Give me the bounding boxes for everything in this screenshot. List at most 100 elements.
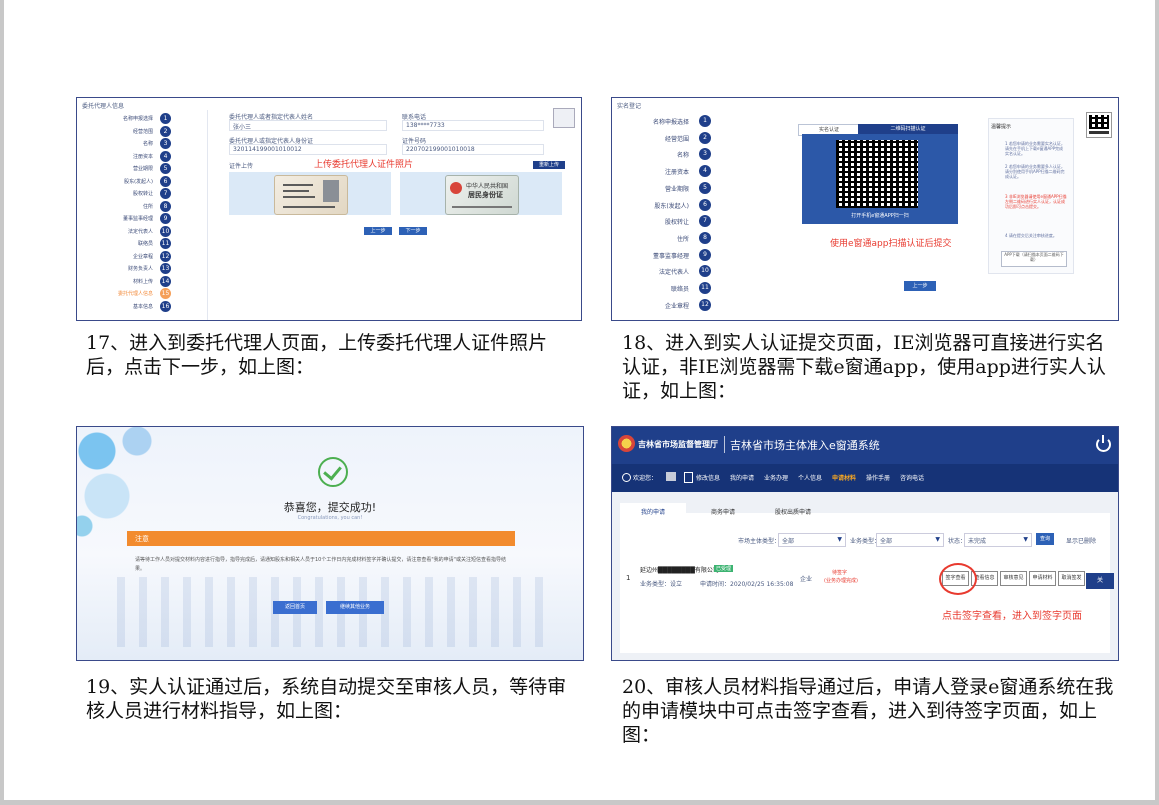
s20-action-button[interactable]: 取消签发: [1058, 571, 1085, 586]
s17-field4-input[interactable]: 220702199001010018: [402, 144, 544, 155]
s20-nav-item[interactable]: 业务办理: [764, 473, 788, 482]
s20-action-button[interactable]: 申请材料: [1029, 571, 1056, 586]
s19-banner: 注意: [127, 531, 515, 546]
s18-step-item[interactable]: 股东(发起人) 6: [612, 198, 717, 214]
s20-row-company[interactable]: 延边州████████有限公司: [640, 565, 719, 574]
s18-step-item[interactable]: 企业章程 12: [612, 298, 717, 314]
step-number-badge: 6: [699, 198, 711, 211]
s18-tab-qr[interactable]: 二维码扫描认证: [858, 124, 958, 134]
s17-id-front-box[interactable]: [229, 172, 391, 215]
qr-code-icon[interactable]: [836, 140, 918, 208]
s19-banner-text: 注意: [135, 535, 149, 543]
s18-app-download-button[interactable]: APP下载（请扫描本页面二维码下载）: [1001, 251, 1067, 267]
s18-step-item[interactable]: 联络员 11: [612, 281, 717, 297]
s20-tab[interactable]: 我的申请: [620, 503, 686, 523]
step-number-badge: 9: [699, 248, 711, 261]
step-number-badge: 7: [160, 188, 171, 199]
s20-nav-item[interactable]: 咨询电话: [900, 473, 924, 482]
step-label: 财务负责人: [127, 266, 153, 272]
id-card-back-icon: 中华人民共和国 居民身份证: [445, 175, 519, 215]
s17-sidebar: 名称申报选择 1 经营范围 2 名称 3 注册资本 4 营业期限 5 股东(发起人) 6 股权转让 7 住所…: [77, 110, 208, 320]
step-number-badge: 14: [160, 275, 171, 287]
national-emblem-icon: [450, 182, 462, 194]
app-qr-icon: [1086, 112, 1112, 138]
s18-step-item[interactable]: 经营范围 2: [612, 131, 717, 147]
step-number-badge: 16: [160, 300, 171, 312]
s20-content: 我的申请 商务申请 股权出质申请 市场主体类型： 全部 ▼ 业务类型： 全部 ▼ 状态：…: [620, 503, 1114, 653]
s20-search-button[interactable]: 查询: [1036, 533, 1054, 545]
step-number-badge: 5: [160, 163, 171, 174]
s20-close-button[interactable]: 关: [1086, 573, 1114, 589]
s19-continue-button[interactable]: 继续其他业务: [326, 601, 384, 614]
step-label: 股权转让: [664, 219, 689, 227]
dropdown-arrow-icon: ▼: [1023, 536, 1028, 543]
step-label: 股权转让: [132, 191, 153, 197]
s20-filter2-select[interactable]: 全部 ▼: [876, 533, 944, 547]
s18-tip-2: 2 若您申请的业务需要多人认证，请分别使用手机APP扫描二维码完成认证。: [1005, 164, 1065, 179]
step-number-badge: 15: [160, 288, 171, 299]
step-number-badge: 12: [699, 298, 711, 311]
s17-prev-button[interactable]: 上一步: [364, 227, 392, 235]
id-card-front-icon: [274, 175, 348, 215]
step-label: 股东(发起人): [654, 202, 689, 210]
success-check-icon: [318, 457, 348, 487]
id-back-title1: 中华人民共和国: [466, 183, 509, 190]
step-label: 材料上传: [132, 278, 153, 285]
s18-step-item[interactable]: 法定代表人 10: [612, 264, 717, 280]
s17-id-back-box[interactable]: 中华人民共和国 居民身份证: [400, 172, 562, 215]
step-label: 经营范围: [132, 128, 153, 135]
s18-header: 实名登记: [617, 103, 642, 110]
step-label: 联络员: [137, 241, 153, 247]
s17-next-button[interactable]: 下一步: [399, 227, 427, 235]
caption-19: 19、实人认证通过后，系统自动提交至审核人员，等待审核人员进行材料指导，如上图：: [86, 676, 567, 722]
s17-reupload-button[interactable]: 重新上传: [533, 161, 565, 169]
s20-nav-item[interactable]: 操作手册: [866, 473, 890, 482]
s18-step-item[interactable]: 名称 3: [612, 147, 717, 163]
s20-nav-item[interactable]: 修改信息: [696, 473, 720, 482]
step-number-badge: 8: [160, 200, 171, 212]
s19-subtitle: Congratulations, you can!: [297, 515, 363, 521]
s20-sign-highlight: [939, 563, 977, 595]
s20-filter1-select[interactable]: 全部 ▼: [778, 533, 846, 547]
s18-step-item[interactable]: 董事监事经理 9: [612, 248, 717, 264]
step-label: 企业章程: [132, 253, 153, 260]
caption-20: 20、审核人员材料指导通过后，申请人登录e窗通系统在我的申请模块中可点击签字查看…: [622, 676, 1114, 746]
s19-home-button[interactable]: 返回首页: [273, 601, 317, 614]
s18-prev-button[interactable]: 上一步: [904, 281, 936, 291]
s17-field3-input[interactable]: 138****7733: [402, 120, 544, 131]
s20-username-mask: [666, 472, 676, 481]
s18-step-item[interactable]: 名称申报选择 1: [612, 114, 717, 130]
s18-step-item[interactable]: 住所 8: [612, 231, 717, 247]
s18-step-item[interactable]: 营业期限 5: [612, 181, 717, 197]
step-label: 委托代理人信息: [117, 291, 153, 297]
s17-field1-input[interactable]: 张小三: [229, 120, 387, 131]
s20-tab[interactable]: 商务申请: [690, 503, 756, 523]
step-label: 基本信息: [132, 303, 153, 310]
s20-divider: [724, 436, 725, 453]
s20-row-type: 业务类型：设立: [640, 581, 683, 588]
step-label: 名称申报选择: [652, 119, 689, 126]
s20-filter3-select[interactable]: 未完成 ▼: [964, 533, 1032, 547]
step-number-badge: 9: [160, 213, 171, 224]
s17-field2-input[interactable]: 320114199001010012: [229, 144, 387, 155]
s17-step-item[interactable]: 基本信息 16: [77, 300, 177, 316]
s20-nav-item[interactable]: 个人信息: [798, 473, 822, 482]
s20-tabs: 我的申请 商务申请 股权出质申请: [620, 503, 1110, 523]
s20-action-button[interactable]: 审核意见: [1000, 571, 1027, 586]
step-number-badge: 6: [160, 175, 171, 187]
s20-nav-item[interactable]: 我的申请: [730, 473, 754, 482]
s18-step-item[interactable]: 股权转让 7: [612, 214, 717, 230]
step-number-badge: 8: [699, 231, 711, 244]
s18-sidebar: 名称申报选择 1 经营范围 2 名称 3 注册资本 4 营业期限 5 股东(发起人) 6 股权转让 7 住所…: [612, 114, 724, 320]
s18-tips-title: 温馨提示: [991, 124, 1012, 130]
step-label: 经营范围: [664, 135, 689, 143]
s18-step-item[interactable]: 注册资本 4: [612, 164, 717, 180]
s17-header: 委托代理人信息: [82, 103, 125, 110]
s20-tab[interactable]: 股权出质申请: [760, 503, 826, 523]
step-number-badge: 10: [160, 225, 171, 237]
s20-show-deleted[interactable]: 显示已删除: [1066, 536, 1096, 545]
s18-qr-panel: 打开手机e窗通APP扫一扫: [802, 134, 958, 224]
power-icon[interactable]: [1096, 435, 1111, 452]
s20-nav-item[interactable]: 申请材料: [832, 473, 856, 482]
s20-filter1-label: 市场主体类型：: [738, 538, 781, 545]
